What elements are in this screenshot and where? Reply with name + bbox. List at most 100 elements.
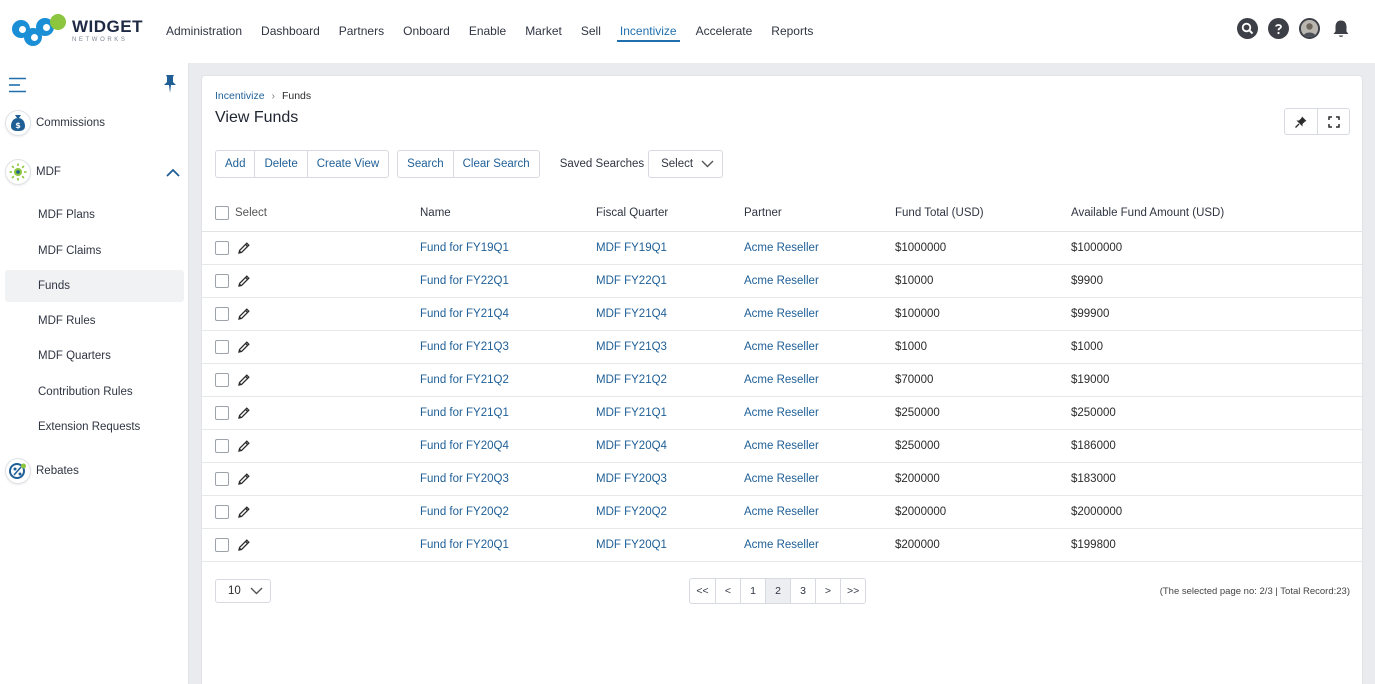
- pager-page-3[interactable]: 3: [790, 579, 815, 603]
- nav-accelerate[interactable]: Accelerate: [696, 0, 753, 63]
- fiscal-quarter-link[interactable]: MDF FY20Q1: [596, 539, 744, 551]
- nav-administration[interactable]: Administration: [166, 0, 242, 63]
- pager-page-2[interactable]: 2: [765, 579, 790, 603]
- fund-name-link[interactable]: Fund for FY21Q4: [420, 308, 596, 320]
- notification-bell-icon[interactable]: [1330, 18, 1351, 39]
- pager-last[interactable]: >>: [840, 579, 865, 603]
- fiscal-quarter-link[interactable]: MDF FY20Q2: [596, 506, 744, 518]
- sidebar-item-contribution-rules[interactable]: Contribution Rules: [5, 376, 184, 408]
- sidebar-item-funds[interactable]: Funds: [5, 270, 184, 302]
- header-name[interactable]: Name: [420, 207, 596, 219]
- fund-name-link[interactable]: Fund for FY21Q1: [420, 407, 596, 419]
- pager-page-1[interactable]: 1: [740, 579, 765, 603]
- search-button[interactable]: Search: [398, 151, 452, 177]
- breadcrumb-incentivize[interactable]: Incentivize: [215, 90, 265, 102]
- sidebar-group-commissions[interactable]: $ Commissions: [5, 110, 105, 136]
- help-icon[interactable]: [1268, 18, 1289, 39]
- edit-pencil-icon[interactable]: [237, 241, 251, 255]
- fund-name-link[interactable]: Fund for FY20Q3: [420, 473, 596, 485]
- nav-dashboard[interactable]: Dashboard: [261, 0, 320, 63]
- row-checkbox[interactable]: [215, 472, 229, 486]
- partner-link[interactable]: Acme Reseller: [744, 407, 895, 419]
- clear-search-button[interactable]: Clear Search: [452, 151, 539, 177]
- sidebar-item-mdf-plans[interactable]: MDF Plans: [5, 199, 184, 231]
- partner-link[interactable]: Acme Reseller: [744, 275, 895, 287]
- row-checkbox[interactable]: [215, 373, 229, 387]
- fiscal-quarter-link[interactable]: MDF FY21Q2: [596, 374, 744, 386]
- nav-enable[interactable]: Enable: [469, 0, 506, 63]
- hamburger-menu-icon[interactable]: [9, 77, 27, 96]
- fiscal-quarter-link[interactable]: MDF FY20Q4: [596, 440, 744, 452]
- fund-name-link[interactable]: Fund for FY20Q1: [420, 539, 596, 551]
- edit-pencil-icon[interactable]: [237, 307, 251, 321]
- fiscal-quarter-link[interactable]: MDF FY22Q1: [596, 275, 744, 287]
- sidebar-group-rebates[interactable]: Rebates: [5, 458, 79, 484]
- fund-name-link[interactable]: Fund for FY22Q1: [420, 275, 596, 287]
- header-partner[interactable]: Partner: [744, 207, 895, 219]
- fund-name-link[interactable]: Fund for FY20Q4: [420, 440, 596, 452]
- partner-link[interactable]: Acme Reseller: [744, 506, 895, 518]
- edit-pencil-icon[interactable]: [237, 406, 251, 420]
- fiscal-quarter-link[interactable]: MDF FY21Q3: [596, 341, 744, 353]
- create-view-button[interactable]: Create View: [306, 151, 388, 177]
- nav-sell[interactable]: Sell: [581, 0, 601, 63]
- row-checkbox[interactable]: [215, 439, 229, 453]
- pager-first[interactable]: <<: [690, 579, 715, 603]
- fund-name-link[interactable]: Fund for FY19Q1: [420, 242, 596, 254]
- header-fiscal-quarter[interactable]: Fiscal Quarter: [596, 207, 744, 219]
- page-size-select[interactable]: 10: [215, 579, 271, 603]
- select-all-checkbox[interactable]: [215, 206, 229, 220]
- edit-pencil-icon[interactable]: [237, 439, 251, 453]
- pager-prev[interactable]: <: [715, 579, 740, 603]
- saved-searches-select[interactable]: Select: [648, 150, 724, 178]
- sidebar-item-mdf-quarters[interactable]: MDF Quarters: [5, 340, 184, 372]
- fund-name-link[interactable]: Fund for FY20Q2: [420, 506, 596, 518]
- header-fund-total[interactable]: Fund Total (USD): [895, 207, 1071, 219]
- row-checkbox[interactable]: [215, 340, 229, 354]
- nav-incentivize[interactable]: Incentivize: [616, 0, 680, 63]
- header-available-fund[interactable]: Available Fund Amount (USD): [1071, 207, 1271, 219]
- fiscal-quarter-link[interactable]: MDF FY20Q3: [596, 473, 744, 485]
- fiscal-quarter-link[interactable]: MDF FY21Q1: [596, 407, 744, 419]
- pager-next[interactable]: >: [815, 579, 840, 603]
- fiscal-quarter-link[interactable]: MDF FY19Q1: [596, 242, 744, 254]
- edit-pencil-icon[interactable]: [237, 472, 251, 486]
- edit-pencil-icon[interactable]: [237, 373, 251, 387]
- partner-link[interactable]: Acme Reseller: [744, 308, 895, 320]
- nav-onboard[interactable]: Onboard: [403, 0, 450, 63]
- sidebar-item-extension-requests[interactable]: Extension Requests: [5, 411, 184, 443]
- nav-reports[interactable]: Reports: [771, 0, 813, 63]
- row-checkbox[interactable]: [215, 274, 229, 288]
- partner-link[interactable]: Acme Reseller: [744, 539, 895, 551]
- row-checkbox[interactable]: [215, 241, 229, 255]
- search-icon[interactable]: [1237, 18, 1258, 39]
- edit-pencil-icon[interactable]: [237, 340, 251, 354]
- user-avatar[interactable]: [1299, 18, 1320, 39]
- edit-pencil-icon[interactable]: [237, 538, 251, 552]
- fiscal-quarter-link[interactable]: MDF FY21Q4: [596, 308, 744, 320]
- pin-view-icon[interactable]: [1285, 109, 1317, 134]
- row-checkbox[interactable]: [215, 538, 229, 552]
- partner-link[interactable]: Acme Reseller: [744, 440, 895, 452]
- fullscreen-icon[interactable]: [1317, 109, 1349, 134]
- delete-button[interactable]: Delete: [254, 151, 306, 177]
- fund-name-link[interactable]: Fund for FY21Q3: [420, 341, 596, 353]
- partner-link[interactable]: Acme Reseller: [744, 374, 895, 386]
- add-button[interactable]: Add: [216, 151, 254, 177]
- fund-name-link[interactable]: Fund for FY21Q2: [420, 374, 596, 386]
- row-checkbox[interactable]: [215, 505, 229, 519]
- row-checkbox[interactable]: [215, 307, 229, 321]
- edit-pencil-icon[interactable]: [237, 505, 251, 519]
- partner-link[interactable]: Acme Reseller: [744, 473, 895, 485]
- nav-market[interactable]: Market: [525, 0, 562, 63]
- brand-logo[interactable]: WIDGET NETWORKS: [10, 12, 143, 48]
- sidebar-item-mdf-claims[interactable]: MDF Claims: [5, 235, 184, 267]
- row-checkbox[interactable]: [215, 406, 229, 420]
- sidebar-item-mdf-rules[interactable]: MDF Rules: [5, 305, 184, 337]
- sidebar-group-mdf[interactable]: MDF: [5, 159, 61, 185]
- pin-sidebar-icon[interactable]: [162, 74, 178, 97]
- nav-partners[interactable]: Partners: [339, 0, 384, 63]
- partner-link[interactable]: Acme Reseller: [744, 341, 895, 353]
- partner-link[interactable]: Acme Reseller: [744, 242, 895, 254]
- chevron-up-icon[interactable]: [166, 166, 180, 180]
